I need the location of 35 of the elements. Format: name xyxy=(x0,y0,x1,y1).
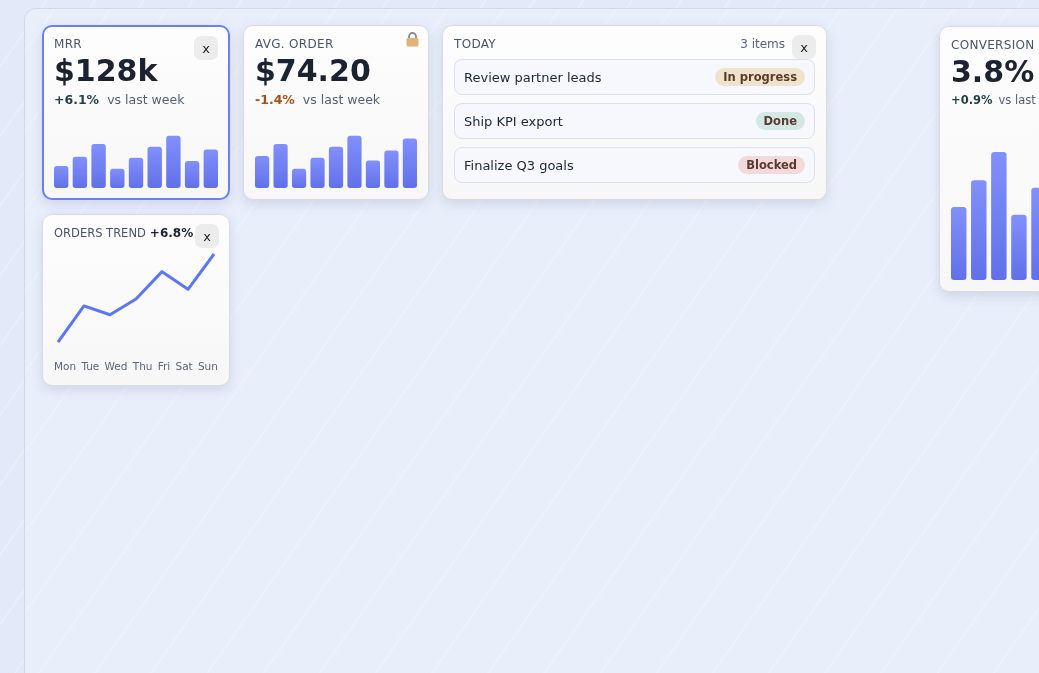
card-title: CONVERSION xyxy=(951,38,1035,52)
card-title: TODAY xyxy=(454,37,496,51)
day-label: Fri xyxy=(157,360,171,372)
task-label: Finalize Q3 goals xyxy=(464,157,574,173)
close-button[interactable]: x xyxy=(194,36,218,60)
delta-note: vs last week xyxy=(107,92,185,107)
delta-value: +6.8% xyxy=(149,226,194,240)
delta-value: +6.1% xyxy=(54,92,100,107)
day-label: Sat xyxy=(175,360,193,372)
status-badge: Done xyxy=(755,112,805,130)
metric-value: $74.20 xyxy=(255,53,372,88)
card-title: AVG. ORDER xyxy=(255,37,334,51)
close-button[interactable]: x xyxy=(195,224,219,248)
status-badge: In progress xyxy=(715,68,805,86)
card-title: ORDERS TREND xyxy=(54,226,146,240)
task-label: Review partner leads xyxy=(464,69,602,85)
day-label: Tue xyxy=(81,360,100,372)
day-label: Wed xyxy=(104,360,128,372)
delta-note: vs last xyxy=(998,93,1036,107)
day-label: Mon xyxy=(54,360,77,372)
task-row[interactable]: Finalize Q3 goals Blocked xyxy=(454,147,815,183)
metric-value: 3.8% xyxy=(951,54,1036,89)
day-label: Sun xyxy=(197,360,218,372)
day-label: Thu xyxy=(132,360,153,372)
delta-value: +0.9% xyxy=(951,93,993,107)
card-title: MRR xyxy=(54,37,82,51)
task-label: Ship KPI export xyxy=(464,113,563,129)
task-row[interactable]: Ship KPI export Done xyxy=(454,103,815,139)
item-count: 3 items xyxy=(740,37,785,51)
close-button[interactable]: x xyxy=(792,35,816,59)
task-row[interactable]: Review partner leads In progress xyxy=(454,59,815,95)
delta-note: vs last week xyxy=(302,92,381,107)
metric-value: $128k xyxy=(54,53,159,88)
delta-value: -1.4% xyxy=(255,92,295,107)
status-badge: Blocked xyxy=(738,156,805,174)
